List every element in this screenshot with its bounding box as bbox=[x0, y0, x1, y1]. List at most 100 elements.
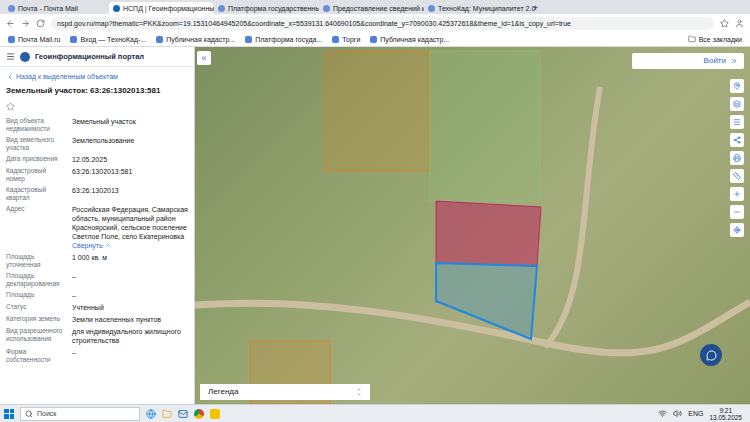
map-tool-button[interactable] bbox=[730, 169, 744, 183]
bookmark[interactable]: Платформа госуда... bbox=[245, 35, 322, 44]
field-row: АдресРоссийская Федерация, Самарская обл… bbox=[6, 205, 188, 250]
network-icon[interactable] bbox=[658, 409, 667, 418]
start-icon[interactable] bbox=[4, 409, 14, 419]
favicon-icon bbox=[113, 5, 120, 12]
toolbar: nspd.gov.ru/map?thematic=PKK&zoom=19.153… bbox=[0, 14, 750, 32]
app-icon[interactable] bbox=[210, 409, 220, 419]
bookmark-star-icon[interactable] bbox=[720, 19, 729, 28]
field-value: Земельный участок bbox=[72, 117, 188, 126]
map-tools bbox=[730, 79, 744, 237]
parcel[interactable] bbox=[436, 263, 537, 339]
map-tool-button[interactable] bbox=[730, 223, 744, 237]
field-value: Землепользование bbox=[72, 136, 188, 145]
field-label: Кадастровый номер bbox=[6, 167, 66, 183]
map-tool-button[interactable] bbox=[730, 79, 744, 93]
new-tab-button[interactable]: + bbox=[529, 2, 542, 14]
taskbar: Поиск ENG 9:2113.05.2025 bbox=[0, 404, 750, 422]
address-text: nspd.gov.ru/map?thematic=PKK&zoom=19.153… bbox=[57, 19, 571, 28]
field-row: Кадастровый квартал63:26:1302013 bbox=[6, 186, 188, 202]
browser-tab[interactable]: ТехноКад: Муниципалитет 2.0 bbox=[424, 2, 528, 14]
tab-label: Платформа государственны bbox=[228, 4, 320, 13]
field-label: Категория земель bbox=[6, 315, 66, 324]
page: Геоинформационный порталНазад к выделенн… bbox=[0, 47, 750, 404]
language[interactable]: ENG bbox=[688, 409, 703, 418]
field-row: Форма собственности– bbox=[6, 348, 188, 364]
field-value: – bbox=[72, 272, 188, 281]
chrome-icon[interactable] bbox=[194, 409, 204, 419]
map-tool-button[interactable] bbox=[730, 133, 744, 147]
field-row: Кадастровый номер63:26:1302013:581 bbox=[6, 167, 188, 183]
parcel[interactable] bbox=[325, 51, 430, 171]
search-icon bbox=[25, 410, 33, 418]
map-tool-button[interactable] bbox=[730, 115, 744, 129]
explorer-icon[interactable] bbox=[162, 409, 172, 419]
field-row: Категория земель Земли населенных пунктов bbox=[6, 315, 188, 324]
chat-button[interactable] bbox=[700, 344, 722, 366]
address-bar[interactable]: nspd.gov.ru/map?thematic=PKK&zoom=19.153… bbox=[51, 17, 714, 30]
map[interactable]: « Войти Легенда bbox=[195, 47, 750, 404]
map-tool-icon bbox=[733, 172, 741, 180]
favicon-icon bbox=[8, 5, 15, 12]
volume-icon[interactable] bbox=[673, 409, 682, 418]
bookmark[interactable]: Почта Mail.ru bbox=[8, 35, 60, 44]
field-label: Вид земельного участка bbox=[6, 136, 66, 152]
map-drawing bbox=[195, 47, 750, 404]
favicon-icon bbox=[428, 5, 435, 12]
legend-bar[interactable]: Легенда bbox=[200, 384, 370, 400]
field-label: Площадь уточненная bbox=[6, 253, 66, 269]
field-value: Земли населенных пунктов bbox=[72, 315, 188, 324]
tab-label: ТехноКад: Муниципалитет 2.0 bbox=[438, 4, 535, 13]
object-title: Земельный участок: 63:26:1302013:581 bbox=[0, 81, 194, 96]
all-bookmarks[interactable]: Все закладки bbox=[688, 35, 742, 44]
map-tool-icon bbox=[733, 154, 741, 162]
bookmark-icon bbox=[245, 36, 252, 43]
favorite-star-icon[interactable] bbox=[6, 102, 15, 111]
field-label: Площадь bbox=[6, 291, 66, 300]
map-tool-button[interactable] bbox=[730, 97, 744, 111]
map-tool-button[interactable] bbox=[730, 151, 744, 165]
login-icon bbox=[730, 57, 738, 65]
clock[interactable]: 9:2113.05.2025 bbox=[709, 407, 746, 421]
browser-tab[interactable]: Платформа государственны bbox=[214, 2, 318, 14]
collapse-link[interactable]: Свернуть bbox=[72, 241, 188, 250]
field-list: Вид объекта недвижимостиЗемельный участо… bbox=[0, 117, 194, 364]
tab-label: Почта - Почта Mail bbox=[18, 4, 78, 13]
chat-icon bbox=[706, 350, 717, 361]
back-link[interactable]: Назад к выделенным объектам bbox=[0, 67, 194, 81]
field-label: Форма собственности bbox=[6, 348, 66, 364]
bookmark-icon bbox=[156, 36, 163, 43]
taskbar-search[interactable]: Поиск bbox=[20, 407, 140, 421]
profile-icon[interactable] bbox=[735, 19, 744, 28]
map-tool-button[interactable] bbox=[730, 187, 744, 201]
chevron-left-icon bbox=[6, 73, 14, 81]
bookmark[interactable]: Вход — ТехноКад-... bbox=[70, 35, 146, 44]
map-tool-icon bbox=[733, 136, 741, 144]
field-label: Адрес bbox=[6, 205, 66, 250]
field-label: Статус bbox=[6, 303, 66, 312]
field-row: Площадь декларированная– bbox=[6, 272, 188, 288]
field-row: Вид земельного участка Землепользование bbox=[6, 136, 188, 152]
forward-icon[interactable] bbox=[21, 19, 30, 28]
collapse-button[interactable]: « bbox=[197, 51, 211, 65]
field-row: Вид объекта недвижимостиЗемельный участо… bbox=[6, 117, 188, 133]
parcel[interactable] bbox=[430, 51, 540, 201]
bookmark[interactable]: Публичная кадастр... bbox=[370, 35, 449, 44]
mail-icon[interactable] bbox=[178, 409, 188, 419]
browser-tab[interactable]: Почта - Почта Mail bbox=[4, 2, 108, 14]
field-label: Кадастровый квартал bbox=[6, 186, 66, 202]
browser-icon[interactable] bbox=[146, 409, 156, 419]
favicon-icon bbox=[323, 5, 330, 12]
back-icon[interactable] bbox=[6, 19, 15, 28]
bookmark[interactable]: Торги bbox=[332, 35, 360, 44]
browser-tab[interactable]: НСПД | Геоинформационны bbox=[109, 2, 213, 14]
field-value: – bbox=[72, 348, 188, 357]
login-button[interactable]: Войти bbox=[632, 53, 744, 69]
bookmark[interactable]: Публичная кадастр... bbox=[156, 35, 235, 44]
map-tool-button[interactable] bbox=[730, 205, 744, 219]
map-tool-icon bbox=[733, 82, 741, 90]
parcel[interactable] bbox=[436, 201, 541, 266]
menu-icon[interactable] bbox=[6, 52, 15, 61]
browser-tab[interactable]: Предоставление сведений и bbox=[319, 2, 423, 14]
reload-icon[interactable] bbox=[36, 19, 45, 28]
tab-strip: Почта - Почта Mail НСПД | Геоинформационн… bbox=[0, 0, 750, 14]
